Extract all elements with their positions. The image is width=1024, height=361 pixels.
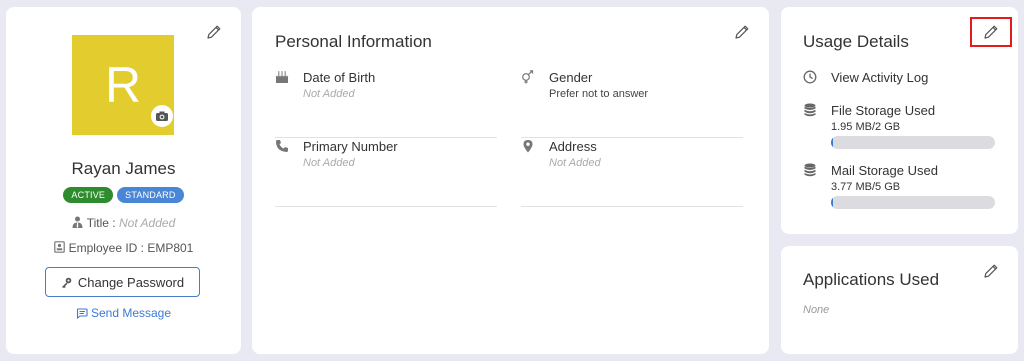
title-line: Title : Not Added (6, 216, 241, 230)
usage-details-title: Usage Details (803, 32, 909, 51)
location-pin-icon (523, 140, 533, 153)
divider (521, 206, 743, 207)
profile-card: R Rayan James ACTIVE STANDARD Title : No… (6, 7, 241, 354)
personal-information-title: Personal Information (275, 32, 432, 51)
employee-id: Employee ID : EMP801 (68, 241, 194, 255)
edit-usage-icon[interactable] (982, 23, 1000, 41)
file-storage-progress-bar (831, 136, 995, 149)
address-label: Address (549, 139, 597, 154)
view-activity-log-label: View Activity Log (831, 70, 929, 85)
id-card-icon (53, 241, 65, 253)
database-icon (804, 163, 816, 177)
cake-icon (275, 71, 289, 83)
file-storage-label: File Storage Used (831, 103, 936, 118)
address-field: Address Not Added (521, 139, 743, 207)
user-name: Rayan James (71, 159, 176, 178)
database-icon (804, 103, 816, 117)
edit-personal-icon[interactable] (733, 23, 751, 41)
date-of-birth-label: Date of Birth (303, 70, 376, 85)
applications-used-card: Applications Used None (781, 246, 1018, 354)
edit-profile-icon[interactable] (205, 23, 223, 41)
personal-information-card: Personal Information Date of Birth Not A… (252, 7, 769, 354)
chat-icon (76, 308, 88, 320)
date-of-birth-field: Date of Birth Not Added (275, 70, 497, 138)
applications-used-value: None (803, 304, 830, 316)
key-icon (61, 277, 72, 288)
change-password-label: Change Password (77, 274, 185, 290)
phone-icon (276, 140, 288, 152)
employee-id-line: Employee ID : EMP801 (6, 241, 241, 255)
primary-number-field: Primary Number Not Added (275, 139, 497, 207)
edit-applications-icon[interactable] (982, 262, 1000, 280)
mail-storage-label: Mail Storage Used (831, 163, 938, 178)
send-message-label: Send Message (90, 306, 172, 320)
divider (275, 137, 497, 138)
clock-icon (803, 70, 817, 84)
standard-badge: STANDARD (117, 187, 184, 203)
file-storage-value: 1.95 MB/2 GB (831, 121, 901, 133)
title-value: Not Added (118, 216, 176, 230)
usage-details-card: Usage Details View Activity Log File Sto… (781, 7, 1018, 234)
applications-used-title: Applications Used (803, 270, 940, 289)
send-message-link[interactable]: Send Message (6, 306, 241, 320)
camera-icon[interactable] (151, 105, 173, 127)
address-value: Not Added (549, 157, 601, 169)
title-label: Title : (86, 216, 119, 230)
mail-storage-progress-bar (831, 196, 995, 209)
gender-field: Gender Prefer not to answer (521, 70, 743, 138)
date-of-birth-value: Not Added (303, 88, 355, 100)
gender-value: Prefer not to answer (549, 88, 649, 100)
primary-number-label: Primary Number (303, 139, 398, 154)
change-password-button[interactable]: Change Password (45, 267, 200, 297)
divider (275, 206, 497, 207)
user-tie-icon (72, 216, 83, 228)
gender-label: Gender (549, 70, 593, 85)
file-storage-progress-fill (831, 136, 833, 149)
status-badges: ACTIVE STANDARD (6, 187, 241, 203)
divider (521, 137, 743, 138)
mail-storage-progress-fill (831, 196, 833, 209)
gender-icon (522, 70, 534, 84)
active-badge: ACTIVE (63, 187, 114, 203)
primary-number-value: Not Added (303, 157, 355, 169)
mail-storage-value: 3.77 MB/5 GB (831, 181, 901, 193)
